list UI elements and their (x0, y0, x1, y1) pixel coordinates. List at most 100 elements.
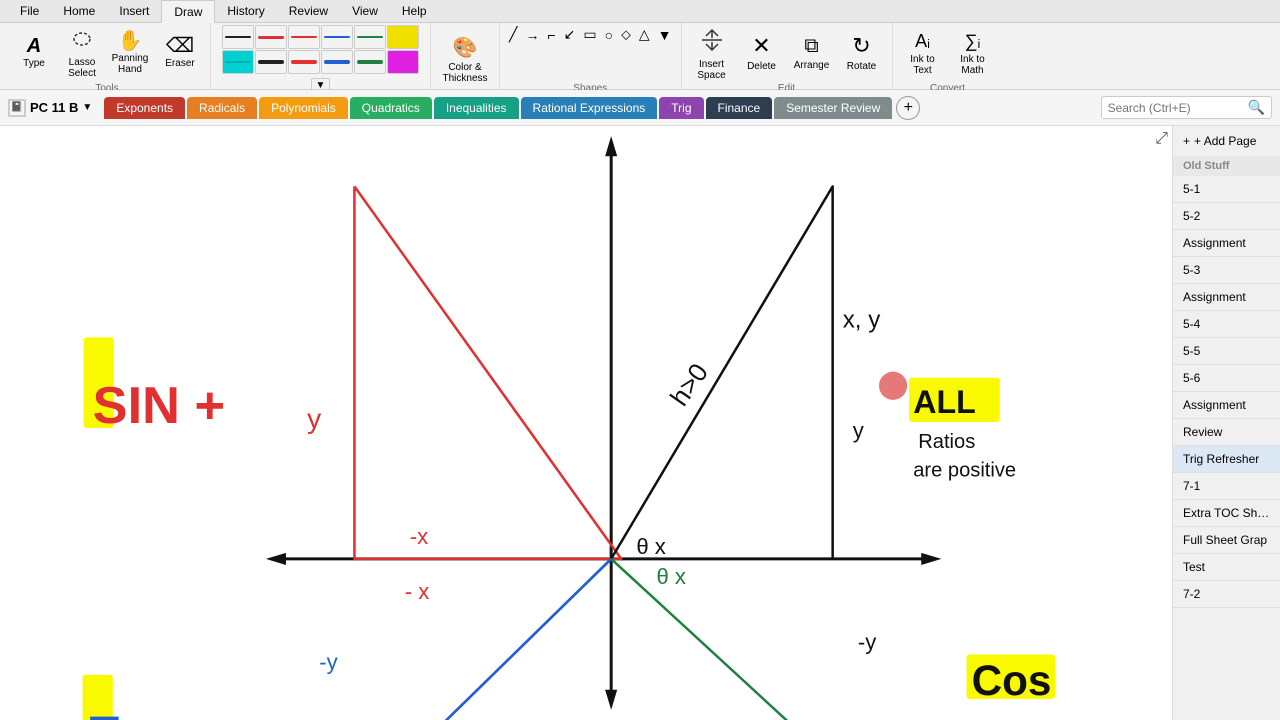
svg-text:- x: - x (405, 579, 430, 604)
ribbon-tab-home[interactable]: Home (51, 0, 107, 22)
section-tab-exponents[interactable]: Exponents (104, 97, 185, 119)
page-item[interactable]: 5-3 (1173, 257, 1280, 284)
page-item[interactable]: Assignment (1173, 230, 1280, 257)
section-tab-trig[interactable]: Trig (659, 97, 703, 119)
shape-corner[interactable]: ⌐ (544, 26, 558, 44)
ribbon-tab-insert[interactable]: Insert (107, 0, 161, 22)
svg-text:y: y (307, 402, 322, 434)
insert-space-label: InsertSpace (697, 59, 725, 81)
svg-text:Cos: Cos (972, 657, 1052, 704)
page-item[interactable]: Trig Refresher (1173, 446, 1280, 473)
page-item[interactable]: 5-2 (1173, 203, 1280, 230)
svg-text:-y: -y (858, 630, 877, 655)
pen-blue-2[interactable] (321, 50, 353, 74)
eraser-icon: ⌫ (166, 36, 194, 56)
delete-button[interactable]: ✕ Delete (738, 25, 786, 81)
panning-hand-button[interactable]: ✋ PanningHand (106, 25, 154, 81)
ribbon-tab-help[interactable]: Help (390, 0, 439, 22)
drawing-canvas: y -x - x h>0 x, y y θ x θ x -y (0, 126, 1172, 720)
color-thickness-button[interactable]: 🎨 Color &Thickness (437, 32, 493, 88)
ink-to-math-button[interactable]: ∑ᵢ Ink toMath (949, 25, 997, 81)
section-tab-quadratics[interactable]: Quadratics (350, 97, 432, 119)
section-tab-radicals[interactable]: Radicals (187, 97, 257, 119)
add-section-button[interactable]: + (896, 96, 920, 120)
type-label: Type (23, 58, 45, 70)
lasso-button[interactable]: LassoSelect (60, 25, 104, 81)
canvas-area[interactable]: ⤢ y -x - x (0, 126, 1172, 720)
eraser-button[interactable]: ⌫ Eraser (156, 25, 204, 81)
search-icon[interactable]: 🔍 (1248, 99, 1265, 116)
section-tab-finance[interactable]: Finance (706, 97, 773, 119)
shapes-group: ╱ → ⌐ ↙ ▭ ○ ⬦ △ ▼ Shapes (500, 23, 682, 96)
shape-line[interactable]: ╱ (506, 25, 520, 44)
page-group-header: Old Stuff (1173, 156, 1280, 176)
shape-diamond[interactable]: ⬦ (618, 25, 634, 44)
ribbon-tab-review[interactable]: Review (277, 0, 340, 22)
color-thickness-label: Color &Thickness (442, 62, 487, 84)
panning-hand-icon: ✋ (118, 31, 143, 51)
section-tab-polynomials[interactable]: Polynomials (259, 97, 348, 119)
ribbon-tab-history[interactable]: History (215, 0, 276, 22)
pen-black[interactable] (222, 25, 254, 49)
section-tab-inequalities[interactable]: Inequalities (434, 97, 519, 119)
expand-icon[interactable]: ⤢ (1155, 130, 1168, 148)
page-item[interactable]: 5-6 (1173, 365, 1280, 392)
arrange-icon: ⧉ (804, 35, 818, 58)
svg-text:an +: an + (138, 711, 225, 720)
pen-green-2[interactable] (354, 50, 386, 74)
page-item[interactable]: Assignment (1173, 284, 1280, 311)
pen-blue-1[interactable] (321, 25, 353, 49)
page-item[interactable]: 5-4 (1173, 311, 1280, 338)
shape-arrow-left[interactable]: ↙ (561, 25, 579, 44)
shape-triangle[interactable]: △ (636, 25, 653, 44)
ink-to-math-label: Ink toMath (960, 54, 984, 76)
pen-swatches (222, 25, 419, 74)
shape-rect[interactable]: ▭ (580, 25, 599, 44)
add-page-button[interactable]: + + Add Page (1173, 126, 1280, 156)
edit-group: InsertSpace ✕ Delete ⧉ Arrange ↻ Rotate … (682, 23, 893, 96)
pen-green-1[interactable] (354, 25, 386, 49)
ribbon-tab-view[interactable]: View (340, 0, 390, 22)
svg-text:θ x: θ x (636, 534, 666, 559)
section-tab-semester-review[interactable]: Semester Review (774, 97, 892, 119)
shape-arrow-right[interactable]: → (522, 26, 542, 44)
ribbon-tab-file[interactable]: File (8, 0, 51, 22)
rotate-button[interactable]: ↻ Rotate (838, 25, 886, 81)
shape-ellipse[interactable]: ○ (602, 26, 616, 44)
shape-more[interactable]: ▼ (655, 26, 675, 44)
ink-to-text-button[interactable]: Aᵢ Ink toText (899, 25, 947, 81)
eraser-label: Eraser (165, 58, 194, 70)
pen-yellow-1[interactable] (387, 25, 419, 49)
delete-label: Delete (747, 61, 776, 73)
search-input[interactable] (1108, 101, 1248, 115)
lasso-icon (70, 27, 94, 55)
svg-text:SIN +: SIN + (93, 377, 225, 435)
page-item[interactable]: Review (1173, 419, 1280, 446)
pen-magenta[interactable] (387, 50, 419, 74)
page-item[interactable]: 7-1 (1173, 473, 1280, 500)
page-item[interactable]: Extra TOC Sheet (1173, 500, 1280, 527)
page-item[interactable]: Test (1173, 554, 1280, 581)
page-item[interactable]: 5-5 (1173, 338, 1280, 365)
svg-text:x, y: x, y (843, 306, 882, 333)
pen-red-2[interactable] (288, 25, 320, 49)
type-button[interactable]: A Type (10, 25, 58, 81)
pen-red-3[interactable] (288, 50, 320, 74)
page-item[interactable]: Assignment (1173, 392, 1280, 419)
arrange-button[interactable]: ⧉ Arrange (788, 25, 836, 81)
notebook-name[interactable]: 📓 PC 11 B ▼ (8, 99, 92, 117)
tools-group: A Type LassoSelect ✋ PanningHand ⌫ Erase… (4, 23, 211, 96)
section-tab-rational-expressions[interactable]: Rational Expressions (521, 97, 658, 119)
pen-cyan-1[interactable] (222, 50, 254, 74)
svg-text:-y: -y (319, 650, 338, 675)
svg-text:θ x: θ x (656, 564, 686, 589)
svg-text:T: T (90, 707, 120, 720)
insert-space-button[interactable]: InsertSpace (688, 25, 736, 81)
pen-black-2[interactable] (255, 50, 287, 74)
page-item[interactable]: 5-1 (1173, 176, 1280, 203)
lasso-label: LassoSelect (68, 57, 96, 79)
page-item[interactable]: Full Sheet Grap (1173, 527, 1280, 554)
pen-red-1[interactable] (255, 25, 287, 49)
page-item[interactable]: 7-2 (1173, 581, 1280, 608)
ribbon-tab-draw[interactable]: Draw (161, 0, 215, 23)
